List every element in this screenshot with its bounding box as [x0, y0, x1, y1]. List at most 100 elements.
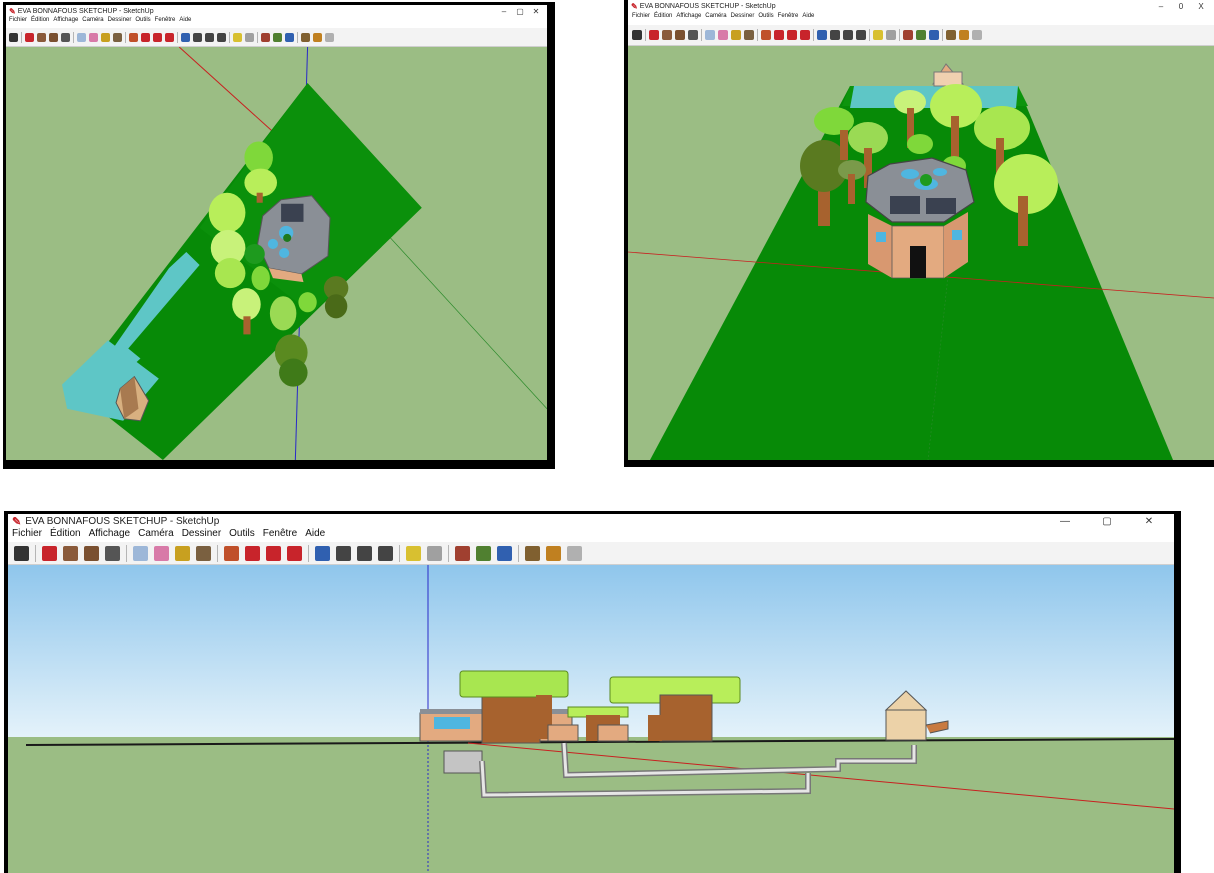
- share-model-icon[interactable]: [273, 32, 282, 42]
- menu-outils[interactable]: Outils: [758, 13, 773, 25]
- push-pull-icon[interactable]: [761, 30, 771, 40]
- rectangle-tool-icon[interactable]: [63, 545, 78, 561]
- rectangle-tool-icon[interactable]: [37, 32, 46, 42]
- get-photo-icon[interactable]: [525, 545, 540, 561]
- rectangle-tool-icon[interactable]: [662, 30, 672, 40]
- menu-edition[interactable]: Édition: [654, 13, 672, 25]
- share-model-icon[interactable]: [916, 30, 926, 40]
- paint-bucket-icon[interactable]: [744, 30, 754, 40]
- menu-affichage[interactable]: Affichage: [676, 13, 701, 25]
- menu-aide[interactable]: Aide: [179, 17, 191, 28]
- pan-tool-icon[interactable]: [336, 545, 351, 561]
- line-tool-icon[interactable]: [25, 32, 34, 42]
- orbit-tool-icon[interactable]: [181, 32, 190, 42]
- orbit-tool-icon[interactable]: [817, 30, 827, 40]
- circle-tool-icon[interactable]: [675, 30, 685, 40]
- menu-edition[interactable]: Édition: [31, 17, 49, 28]
- menu-dessiner[interactable]: Dessiner: [731, 13, 755, 25]
- share-model-icon[interactable]: [476, 545, 491, 561]
- menu-camera[interactable]: Caméra: [82, 17, 103, 28]
- viewport-topdown[interactable]: [6, 47, 547, 460]
- paint-bucket-icon[interactable]: [113, 32, 122, 42]
- menu-fichier[interactable]: Fichier: [632, 13, 650, 25]
- zoom-extents-icon[interactable]: [378, 545, 393, 561]
- offset-tool-icon[interactable]: [287, 545, 302, 561]
- orbit-tool-icon[interactable]: [315, 545, 330, 561]
- components-icon[interactable]: [245, 32, 254, 42]
- components-icon[interactable]: [886, 30, 896, 40]
- menu-aide[interactable]: Aide: [305, 528, 325, 542]
- warehouse-icon[interactable]: [261, 32, 270, 42]
- maximize-button[interactable]: ▢: [512, 7, 528, 16]
- maximize-button[interactable]: 0: [1171, 2, 1191, 11]
- menu-fenetre[interactable]: Fenêtre: [263, 528, 297, 542]
- get-photo-icon[interactable]: [946, 30, 956, 40]
- arc-tool-icon[interactable]: [688, 30, 698, 40]
- sandbox-icon[interactable]: [972, 30, 982, 40]
- close-button[interactable]: ✕: [1128, 516, 1170, 527]
- circle-tool-icon[interactable]: [84, 545, 99, 561]
- extension-icon[interactable]: [285, 32, 294, 42]
- make-component-icon[interactable]: [133, 545, 148, 561]
- select-tool-icon[interactable]: [14, 545, 29, 561]
- menu-camera[interactable]: Caméra: [705, 13, 726, 25]
- tape-measure-icon[interactable]: [175, 545, 190, 561]
- styles-icon[interactable]: [546, 545, 561, 561]
- styles-icon[interactable]: [959, 30, 969, 40]
- close-button[interactable]: X: [1191, 2, 1211, 11]
- select-tool-icon[interactable]: [632, 30, 642, 40]
- menu-fenetre[interactable]: Fenêtre: [155, 17, 176, 28]
- line-tool-icon[interactable]: [649, 30, 659, 40]
- move-tool-icon[interactable]: [774, 30, 784, 40]
- arc-tool-icon[interactable]: [61, 32, 70, 42]
- rotate-tool-icon[interactable]: [266, 545, 281, 561]
- menu-dessiner[interactable]: Dessiner: [108, 17, 132, 28]
- menu-fenetre[interactable]: Fenêtre: [778, 13, 799, 25]
- paint-bucket-icon[interactable]: [196, 545, 211, 561]
- menu-camera[interactable]: Caméra: [138, 528, 174, 542]
- arc-tool-icon[interactable]: [105, 545, 120, 561]
- rotate-tool-icon[interactable]: [787, 30, 797, 40]
- zoom-extents-icon[interactable]: [856, 30, 866, 40]
- menu-fichier[interactable]: Fichier: [12, 528, 42, 542]
- tape-measure-icon[interactable]: [731, 30, 741, 40]
- move-tool-icon[interactable]: [141, 32, 150, 42]
- viewport-section[interactable]: [8, 565, 1174, 873]
- eraser-tool-icon[interactable]: [718, 30, 728, 40]
- menu-edition[interactable]: Édition: [50, 528, 81, 542]
- line-tool-icon[interactable]: [42, 545, 57, 561]
- minimize-button[interactable]: –: [1151, 2, 1171, 11]
- zoom-tool-icon[interactable]: [357, 545, 372, 561]
- zoom-tool-icon[interactable]: [843, 30, 853, 40]
- maximize-button[interactable]: ▢: [1086, 516, 1128, 527]
- move-tool-icon[interactable]: [245, 545, 260, 561]
- extension-icon[interactable]: [497, 545, 512, 561]
- scenes-icon[interactable]: [873, 30, 883, 40]
- menu-outils[interactable]: Outils: [135, 17, 150, 28]
- scenes-icon[interactable]: [233, 32, 242, 42]
- viewport-perspective[interactable]: [628, 46, 1214, 460]
- warehouse-icon[interactable]: [903, 30, 913, 40]
- scenes-icon[interactable]: [406, 545, 421, 561]
- pan-tool-icon[interactable]: [193, 32, 202, 42]
- make-component-icon[interactable]: [705, 30, 715, 40]
- pan-tool-icon[interactable]: [830, 30, 840, 40]
- offset-tool-icon[interactable]: [165, 32, 174, 42]
- menu-fichier[interactable]: Fichier: [9, 17, 27, 28]
- menu-affichage[interactable]: Affichage: [53, 17, 78, 28]
- rotate-tool-icon[interactable]: [153, 32, 162, 42]
- select-tool-icon[interactable]: [9, 32, 18, 42]
- eraser-tool-icon[interactable]: [154, 545, 169, 561]
- close-button[interactable]: ✕: [528, 7, 544, 16]
- components-icon[interactable]: [427, 545, 442, 561]
- extension-icon[interactable]: [929, 30, 939, 40]
- minimize-button[interactable]: –: [496, 7, 512, 16]
- sandbox-icon[interactable]: [325, 32, 334, 42]
- warehouse-icon[interactable]: [455, 545, 470, 561]
- sandbox-icon[interactable]: [567, 545, 582, 561]
- push-pull-icon[interactable]: [129, 32, 138, 42]
- get-photo-icon[interactable]: [301, 32, 310, 42]
- minimize-button[interactable]: —: [1044, 516, 1086, 527]
- menu-affichage[interactable]: Affichage: [89, 528, 131, 542]
- tape-measure-icon[interactable]: [101, 32, 110, 42]
